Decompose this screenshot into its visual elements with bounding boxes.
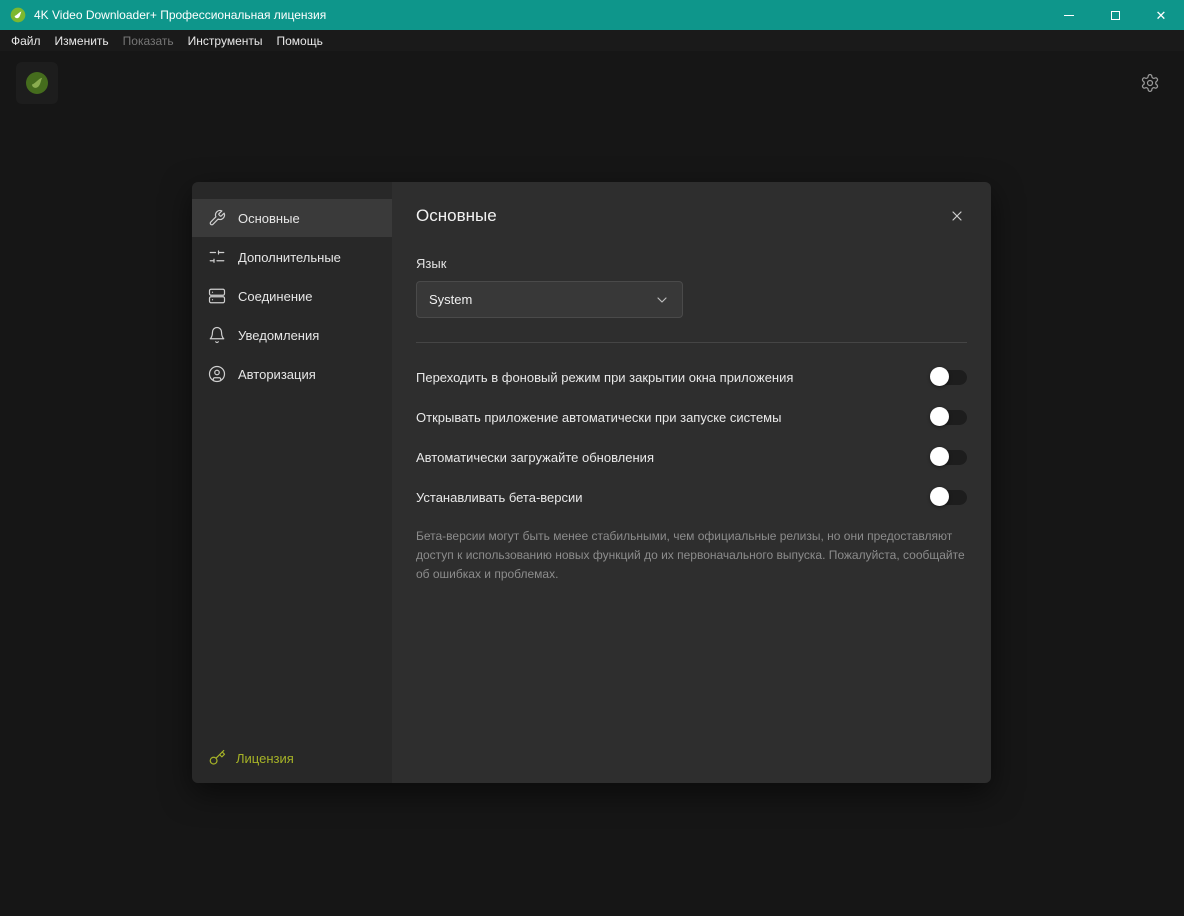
language-label: Язык	[416, 256, 447, 271]
settings-sidebar: Основные Дополнительные Соединение Уведо…	[192, 182, 392, 783]
toggle-row-autostart: Открывать приложение автоматически при з…	[416, 397, 967, 437]
sidebar-item-authorization[interactable]: Авторизация	[192, 355, 392, 393]
auto-updates-toggle[interactable]	[930, 447, 967, 466]
app-window: 4K Video Downloader+ Профессиональная ли…	[0, 0, 1184, 916]
settings-content: Основные Язык System Переходить в фоновы…	[392, 182, 991, 783]
titlebar: 4K Video Downloader+ Профессиональная ли…	[0, 0, 1184, 30]
menu-edit[interactable]: Изменить	[48, 30, 116, 51]
toggle-knob	[930, 447, 949, 466]
background-mode-toggle[interactable]	[930, 367, 967, 386]
menu-tools[interactable]: Инструменты	[181, 30, 270, 51]
toggle-knob	[930, 407, 949, 426]
toggle-label: Открывать приложение автоматически при з…	[416, 409, 782, 425]
maximize-icon	[1110, 10, 1120, 20]
close-button[interactable]: ✕	[1138, 0, 1184, 30]
window-title: 4K Video Downloader+ Профессиональная ли…	[34, 8, 327, 22]
bell-icon	[209, 326, 225, 344]
minimize-button[interactable]	[1046, 0, 1092, 30]
toggle-rows: Переходить в фоновый режим при закрытии …	[416, 357, 967, 517]
maximize-button[interactable]	[1092, 0, 1138, 30]
sidebar-item-connection[interactable]: Соединение	[192, 277, 392, 315]
content-header: Основные	[416, 206, 967, 226]
wrench-icon	[209, 209, 226, 226]
toggle-row-beta-versions: Устанавливать бета-версии	[416, 477, 967, 517]
menu-file[interactable]: Файл	[4, 30, 48, 51]
page-title: Основные	[416, 206, 497, 225]
sidebar-item-label: Уведомления	[238, 327, 320, 343]
settings-dialog: Основные Дополнительные Соединение Уведо…	[192, 182, 991, 783]
sidebar-item-general[interactable]: Основные	[192, 199, 392, 237]
minimize-icon	[1064, 14, 1074, 16]
toggle-knob	[930, 487, 949, 506]
app-logo-tile	[16, 62, 58, 104]
beta-note: Бета-версии могут быть менее стабильными…	[416, 529, 965, 581]
server-icon	[208, 288, 226, 304]
dialog-close-button[interactable]	[947, 206, 967, 226]
toggle-row-auto-updates: Автоматически загружайте обновления	[416, 437, 967, 477]
close-icon: ✕	[1155, 7, 1167, 23]
app-logo-icon	[26, 72, 48, 94]
chevron-down-icon	[657, 296, 667, 303]
toggle-knob	[930, 367, 949, 386]
menu-view: Показать	[122, 33, 174, 48]
sidebar-item-label: Соединение	[238, 288, 313, 304]
sidebar-item-label: Основные	[238, 210, 300, 226]
sliders-icon	[209, 250, 225, 263]
menubar: Файл Изменить Показать Инструменты Помощ…	[0, 30, 1184, 51]
menu-help[interactable]: Помощь	[270, 30, 330, 51]
user-circle-icon	[208, 365, 226, 383]
toggle-label: Переходить в фоновый режим при закрытии …	[416, 369, 794, 385]
language-dropdown[interactable]: System	[416, 281, 683, 318]
sidebar-item-label: Дополнительные	[238, 249, 341, 265]
sidebar-item-label: Авторизация	[238, 366, 316, 382]
language-value: System	[429, 292, 473, 307]
toggle-row-background-mode: Переходить в фоновый режим при закрытии …	[416, 357, 967, 397]
beta-versions-toggle[interactable]	[930, 487, 967, 506]
sidebar-item-license[interactable]: Лицензия	[208, 749, 294, 767]
divider	[416, 342, 967, 343]
gear-icon	[1141, 74, 1159, 92]
license-label: Лицензия	[236, 750, 294, 766]
key-icon	[209, 749, 226, 765]
sidebar-item-advanced[interactable]: Дополнительные	[192, 238, 392, 276]
settings-gear-button[interactable]	[1140, 73, 1160, 93]
main-area: Основные Дополнительные Соединение Уведо…	[0, 51, 1184, 916]
sidebar-item-notifications[interactable]: Уведомления	[192, 316, 392, 354]
toggle-label: Устанавливать бета-версии	[416, 489, 583, 505]
toggle-label: Автоматически загружайте обновления	[416, 449, 654, 465]
autostart-toggle[interactable]	[930, 407, 967, 426]
app-logo-icon	[10, 7, 26, 23]
close-icon	[952, 211, 962, 221]
